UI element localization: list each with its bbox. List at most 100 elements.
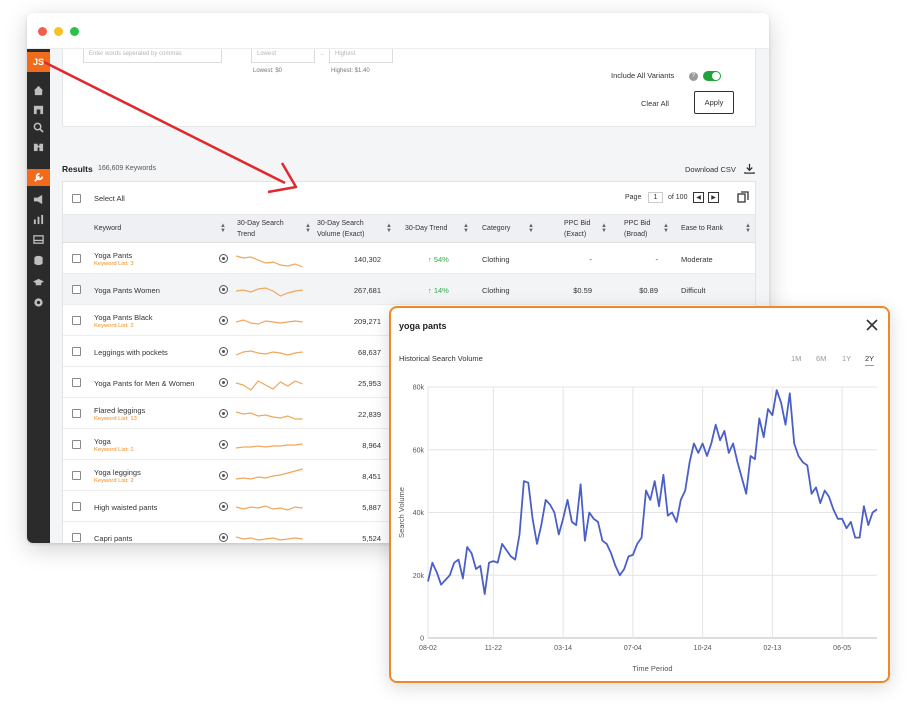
column-trend-line1[interactable]: 30-Day Search [237, 219, 284, 229]
row-keyword[interactable]: Yoga leggings [94, 468, 141, 477]
row-volume: 25,953 [358, 379, 381, 388]
product-lock-icon[interactable] [219, 378, 228, 387]
column-volume-line1[interactable]: 30-Day Search [317, 219, 364, 229]
sort-trend-icon[interactable]: ▲ ▼ [305, 223, 311, 234]
range-tab-2y[interactable]: 2Y [865, 354, 875, 366]
column-keyword[interactable]: Keyword [94, 224, 121, 234]
include-variants-toggle[interactable] [703, 71, 721, 81]
settings-icon[interactable] [31, 295, 46, 310]
help-icon[interactable]: ? [689, 72, 698, 81]
range-tab-1m[interactable]: 1M [791, 354, 801, 363]
row-sparkline [236, 505, 303, 511]
row-volume: 267,681 [353, 286, 381, 295]
row-checkbox[interactable] [72, 533, 81, 542]
row-checkbox[interactable] [72, 409, 81, 418]
row-keyword[interactable]: Yoga Pants for Men & Women [94, 379, 194, 388]
row-checkbox[interactable] [72, 347, 81, 356]
select-all-checkbox[interactable] [72, 194, 81, 203]
row-checkbox[interactable] [72, 502, 81, 511]
bar-chart-icon[interactable] [31, 212, 46, 227]
product-lock-icon[interactable] [219, 502, 228, 511]
row-keyword[interactable]: Flared leggings [94, 406, 145, 415]
row-checkbox[interactable] [72, 440, 81, 449]
row-keyword-list[interactable]: Keyword List: 2 [94, 323, 134, 329]
inbox-icon[interactable] [31, 232, 46, 247]
row-checkbox[interactable] [72, 378, 81, 387]
apply-button[interactable]: Apply [694, 91, 734, 114]
row-checkbox[interactable] [72, 471, 81, 480]
product-lock-icon[interactable] [219, 347, 228, 356]
row-checkbox[interactable] [72, 316, 81, 325]
column-category[interactable]: Category [482, 224, 510, 234]
home-icon[interactable] [31, 83, 46, 98]
row-keyword-list[interactable]: Keyword List: 13 [94, 416, 137, 422]
close-window-button[interactable] [38, 27, 47, 36]
store-icon[interactable] [31, 102, 46, 117]
product-lock-icon[interactable] [219, 316, 228, 325]
download-icon[interactable] [744, 163, 755, 174]
lowest-bid-input[interactable]: Lowest [251, 49, 315, 63]
row-keyword-list[interactable]: Keyword List: 1 [94, 447, 134, 453]
row-keyword[interactable]: Yoga [94, 437, 111, 446]
row-keyword[interactable]: Yoga Pants [94, 251, 132, 260]
minimize-window-button[interactable] [54, 27, 63, 36]
sort-trend-pct-icon[interactable]: ▲ ▼ [463, 223, 469, 234]
column-ppc-exact-line1[interactable]: PPC Bid [564, 219, 590, 229]
sort-ppc-exact-icon[interactable]: ▲ ▼ [601, 223, 607, 234]
row-ease: Difficult [681, 286, 706, 295]
copy-keywords-icon[interactable] [737, 191, 749, 203]
js-logo[interactable]: JS [27, 52, 50, 72]
column-trend-pct[interactable]: 30-Day Trend [405, 224, 447, 234]
megaphone-icon[interactable] [31, 192, 46, 207]
page-total: of 100 [668, 194, 688, 201]
search-icon[interactable] [31, 120, 46, 135]
product-lock-icon[interactable] [219, 254, 228, 263]
table-toolbar: Select All Page 1 of 100 ◀ ▶ [63, 182, 755, 215]
row-keyword-list[interactable]: Keyword List: 3 [94, 261, 134, 267]
row-ease: Moderate [681, 255, 713, 264]
page-number-input[interactable]: 1 [648, 192, 663, 203]
product-lock-icon[interactable] [219, 285, 228, 294]
sort-keyword-icon[interactable]: ▲ ▼ [220, 223, 226, 234]
column-ppc-broad-line1[interactable]: PPC Bid [624, 219, 650, 229]
row-keyword[interactable]: Yoga Pants Black [94, 313, 153, 322]
sort-ease-icon[interactable]: ▲ ▼ [745, 223, 751, 234]
clear-all-button[interactable]: Clear All [641, 99, 669, 108]
product-lock-icon[interactable] [219, 409, 228, 418]
x-tick-label: 07-04 [624, 645, 642, 652]
highest-bid-input[interactable]: Highest [329, 49, 393, 63]
wrench-icon[interactable] [27, 169, 50, 186]
row-checkbox[interactable] [72, 254, 81, 263]
maximize-window-button[interactable] [70, 27, 79, 36]
keyword-filter-input[interactable]: Enter words seperated by commas [83, 49, 222, 63]
download-csv-button[interactable]: Download CSV [685, 165, 736, 174]
table-row[interactable]: Yoga Pants Keyword List: 3 140,302 ↑ 54% Clo… [63, 243, 755, 274]
table-row[interactable]: Yoga Pants Women 267,681 ↑ 14% Clothing $0.5… [63, 274, 755, 305]
next-page-button[interactable]: ▶ [708, 192, 719, 203]
range-tab-1y[interactable]: 1Y [842, 354, 851, 363]
row-checkbox[interactable] [72, 285, 81, 294]
product-lock-icon[interactable] [219, 533, 228, 542]
graduation-cap-icon[interactable] [31, 275, 46, 290]
prev-page-button[interactable]: ◀ [693, 192, 704, 203]
row-keyword-list[interactable]: Keyword List: 2 [94, 478, 134, 484]
row-keyword[interactable]: High waisted pants [94, 503, 157, 512]
y-tick-label: 0 [420, 636, 424, 643]
sort-category-icon[interactable]: ▲ ▼ [528, 223, 534, 234]
column-ppc-exact-line2: (Exact) [564, 231, 587, 238]
binoculars-icon[interactable] [31, 139, 46, 154]
row-keyword[interactable]: Yoga Pants Women [94, 286, 160, 295]
row-keyword[interactable]: Capri pants [94, 534, 132, 543]
column-ease[interactable]: Ease to Rank [681, 224, 723, 234]
row-sparkline [236, 468, 303, 480]
product-lock-icon[interactable] [219, 471, 228, 480]
row-keyword[interactable]: Leggings with pockets [94, 348, 168, 357]
column-ppc-broad-line2: (Broad) [624, 231, 648, 238]
sort-ppc-broad-icon[interactable]: ▲ ▼ [663, 223, 669, 234]
highest-hint: Highest: $1.40 [331, 68, 370, 74]
database-icon[interactable] [31, 253, 46, 268]
product-lock-icon[interactable] [219, 440, 228, 449]
sort-volume-icon[interactable]: ▲ ▼ [386, 223, 392, 234]
close-icon[interactable] [866, 319, 878, 331]
range-tab-6m[interactable]: 6M [816, 354, 826, 363]
